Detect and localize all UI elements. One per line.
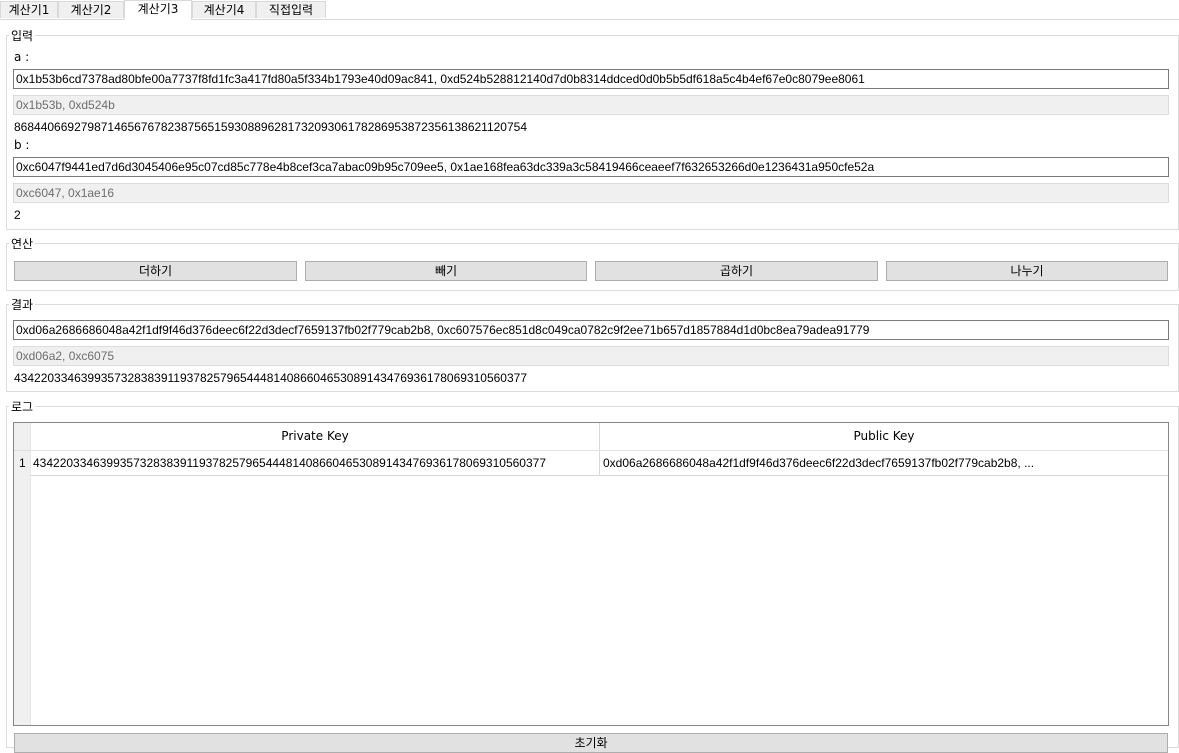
- log-group-legend: 로그: [11, 400, 34, 414]
- operation-group-legend: 연산: [11, 237, 34, 251]
- tab-calculator-1[interactable]: 계산기1: [0, 1, 58, 18]
- b-decimal-value: 2: [14, 208, 21, 222]
- multiply-button[interactable]: 곱하기: [595, 261, 878, 281]
- table-cell-public-key[interactable]: 0xd06a2686686048a42f1df9f46d376deec6f22d…: [603, 450, 1163, 476]
- a-decimal-value: 8684406692798714656767823875651593088962…: [14, 120, 527, 134]
- b-input[interactable]: 0xc6047f9441ed7d6d3045406e95c07cd85c778e…: [13, 157, 1169, 177]
- column-header-public-key[interactable]: Public Key: [600, 423, 1168, 450]
- b-label: b :: [14, 138, 30, 152]
- a-label: a :: [14, 50, 30, 64]
- tab-calculator-2[interactable]: 계산기2: [58, 1, 124, 18]
- tab-calculator-4[interactable]: 계산기4: [192, 1, 256, 18]
- tab-bar: 계산기1 계산기2 계산기3 계산기4 직접입력: [0, 0, 1179, 20]
- tab-calculator-3[interactable]: 계산기3: [124, 0, 192, 20]
- table-cell-private-key[interactable]: 4342203346399357328383911937825796544481…: [33, 450, 595, 476]
- column-header-private-key[interactable]: Private Key: [31, 423, 599, 450]
- reset-button[interactable]: 초기화: [14, 733, 1168, 753]
- result-decimal-value: 4342203346399357328383911937825796544481…: [14, 371, 527, 385]
- log-table[interactable]: Private Key Public Key 1 434220334639935…: [13, 422, 1169, 726]
- a-input[interactable]: 0x1b53b6cd7378ad80bfe00a7737f8fd1fc3a417…: [13, 69, 1169, 89]
- tab-direct-input[interactable]: 직접입력: [256, 1, 326, 18]
- result-group-legend: 결과: [11, 298, 34, 312]
- result-field[interactable]: 0xd06a2686686048a42f1df9f46d376deec6f22d…: [13, 320, 1169, 340]
- divide-button[interactable]: 나누기: [886, 261, 1168, 281]
- row-divider: [31, 475, 1168, 476]
- add-button[interactable]: 더하기: [14, 261, 297, 281]
- subtract-button[interactable]: 빼기: [305, 261, 587, 281]
- b-short-field: 0xc6047, 0x1ae16: [13, 183, 1169, 203]
- input-group-legend: 입력: [11, 29, 34, 43]
- result-short-field: 0xd06a2, 0xc6075: [13, 346, 1169, 366]
- row-index: 1: [19, 456, 26, 470]
- row-header-divider: [30, 423, 31, 725]
- a-short-field: 0x1b53b, 0xd524b: [13, 95, 1169, 115]
